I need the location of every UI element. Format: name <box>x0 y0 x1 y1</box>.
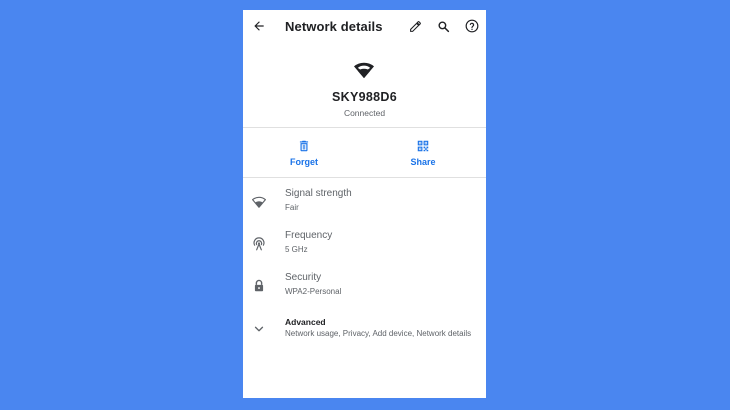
search-icon <box>437 20 449 32</box>
trash-icon <box>299 140 309 152</box>
security-label: Security <box>285 272 322 283</box>
wifi-icon <box>354 62 374 79</box>
edit-button[interactable] <box>404 15 426 37</box>
forget-button[interactable]: Forget <box>264 139 344 167</box>
qr-code-icon <box>417 140 429 152</box>
app-bar: Network details <box>243 10 486 44</box>
advanced-label: Advanced <box>285 317 326 327</box>
security-value: WPA2-Personal <box>285 287 342 296</box>
signal-strength-label: Signal strength <box>285 188 352 199</box>
network-details-screen: Network details SKY988D6 Connected Forge… <box>243 10 486 398</box>
search-button[interactable] <box>432 15 454 37</box>
lock-icon <box>254 279 264 292</box>
signal-strength-value: Fair <box>285 203 299 212</box>
forget-label: Forget <box>290 157 318 167</box>
detail-row-signal-strength[interactable]: Signal strength Fair <box>243 185 486 223</box>
chevron-down-icon <box>254 326 264 332</box>
frequency-value: 5 GHz <box>285 245 308 254</box>
divider <box>243 177 486 178</box>
network-ssid: SKY988D6 <box>332 90 397 104</box>
advanced-row[interactable]: Advanced Network usage, Privacy, Add dev… <box>243 312 486 350</box>
wifi-icon <box>252 196 266 208</box>
antenna-icon <box>253 237 265 251</box>
advanced-summary: Network usage, Privacy, Add device, Netw… <box>285 329 472 338</box>
help-icon <box>465 19 479 33</box>
share-button[interactable]: Share <box>383 139 463 167</box>
share-label: Share <box>410 157 436 167</box>
page-title: Network details <box>285 19 383 34</box>
back-button[interactable] <box>248 15 270 37</box>
arrow-back-icon <box>254 21 264 31</box>
help-button[interactable] <box>461 15 483 37</box>
connection-status: Connected <box>343 108 386 118</box>
divider <box>243 127 486 128</box>
frequency-label: Frequency <box>285 230 333 241</box>
pencil-icon <box>409 20 421 32</box>
detail-row-security[interactable]: Security WPA2-Personal <box>243 269 486 307</box>
detail-row-frequency[interactable]: Frequency 5 GHz <box>243 227 486 265</box>
